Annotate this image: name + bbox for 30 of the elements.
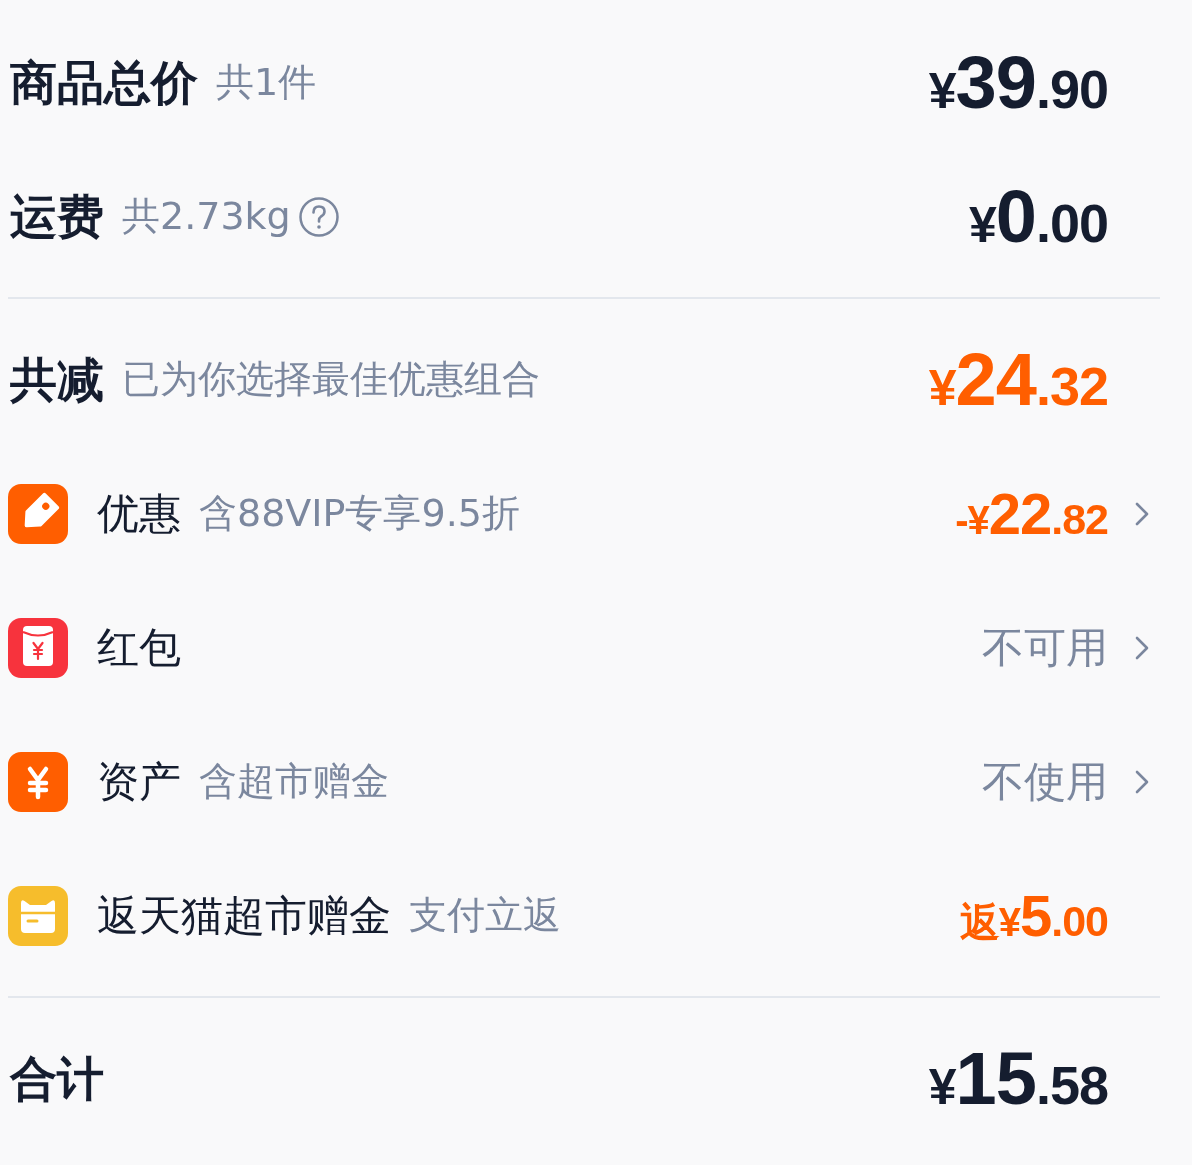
item-label: 返天猫超市赠金 — [97, 890, 391, 942]
item-label: 资产 — [97, 756, 181, 808]
yen-envelope-icon — [8, 618, 68, 678]
note-text: 支付立返 — [409, 893, 561, 939]
cat-card-icon — [8, 886, 68, 946]
status-text[interactable]: 不使用 — [982, 756, 1108, 808]
note-text: 共2.73kg — [122, 194, 291, 240]
chevron-right-icon[interactable] — [1135, 770, 1149, 794]
chevron-right-icon[interactable] — [1135, 502, 1149, 526]
price-amount: -¥22.82 — [955, 485, 1108, 543]
yen-icon — [8, 752, 68, 812]
item-label: 红包 — [97, 622, 181, 674]
summary-label: 合计 — [10, 1050, 104, 1108]
price-amount: 返¥5.00 — [959, 887, 1108, 945]
summary-label: 运费 — [10, 188, 104, 246]
price-amount: ¥39.90 — [928, 46, 1108, 120]
note-text: 已为你选择最佳优惠组合 — [122, 357, 540, 403]
price-amount: ¥24.32 — [928, 343, 1108, 417]
chevron-right-icon[interactable] — [1135, 636, 1149, 660]
status-text[interactable]: 不可用 — [982, 622, 1108, 674]
price-amount: ¥0.00 — [968, 180, 1108, 254]
summary-label: 商品总价 — [10, 54, 198, 112]
note-text: 共1件 — [216, 60, 317, 106]
item-label: 优惠 — [97, 488, 181, 540]
price-amount: ¥15.58 — [928, 1042, 1108, 1116]
help-icon[interactable] — [298, 197, 339, 237]
note-text: 含88VIP专享9.5折 — [199, 491, 520, 537]
note-text: 含超市赠金 — [199, 759, 389, 805]
tag-icon — [8, 484, 68, 544]
summary-label: 共减 — [10, 351, 104, 409]
